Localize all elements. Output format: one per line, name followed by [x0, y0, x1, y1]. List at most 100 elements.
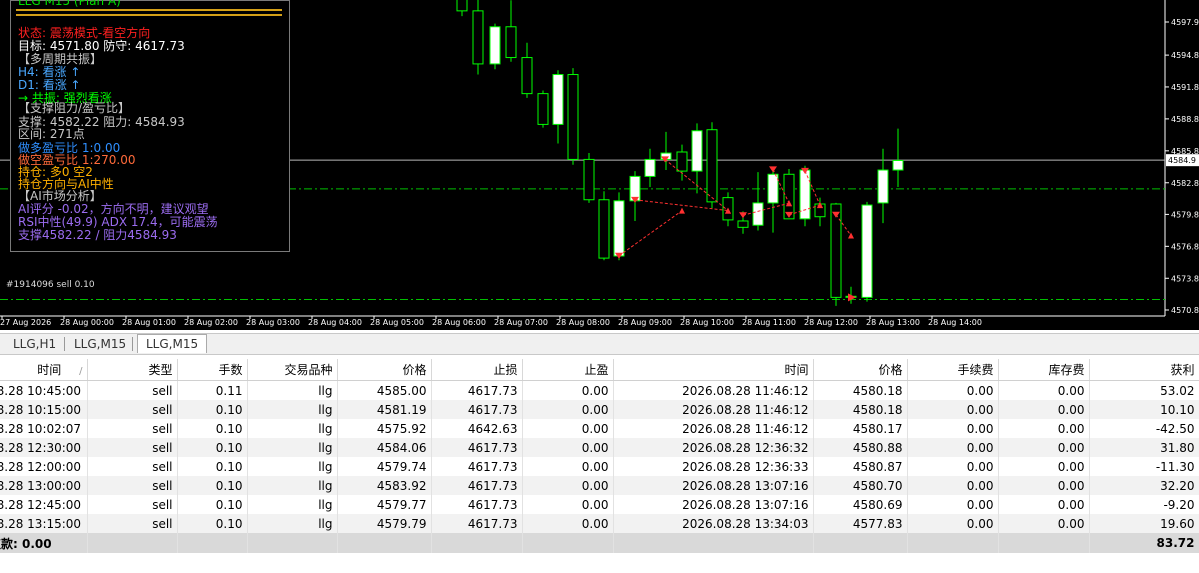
time-tick-label: 28 Aug 10:00	[680, 318, 734, 327]
time-tick-label: 27 Aug 2026	[0, 318, 51, 327]
cell-profit: -9.20	[1089, 495, 1199, 514]
cell-profit: -11.30	[1089, 457, 1199, 476]
time-tick-label: 28 Aug 12:00	[804, 318, 858, 327]
cell-close-price: 4580.18	[813, 400, 908, 419]
table-row[interactable]: 08.28 13:00:00sell0.10llg4583.924617.730…	[0, 476, 1199, 495]
cell-take-profit: 0.00	[522, 495, 614, 514]
cell-commission: 0.00	[907, 457, 999, 476]
price-tick-label: 4579.82	[1171, 210, 1199, 219]
candle-body	[567, 74, 579, 160]
sell-entry-marker	[769, 166, 777, 173]
cell-take-profit: 0.00	[522, 438, 614, 457]
table-row[interactable]: 08.28 12:00:00sell0.10llg4579.744617.730…	[0, 457, 1199, 476]
cell-commission: 0.00	[907, 419, 999, 438]
cell-close-time: 2026.08.28 13:34:03	[613, 514, 814, 533]
time-tick-label: 28 Aug 04:00	[308, 318, 362, 327]
candle-body	[537, 93, 549, 125]
total-empty	[998, 533, 1090, 553]
cell-type: sell	[87, 514, 178, 533]
cell-open-price: 4581.19	[337, 400, 432, 419]
table-row[interactable]: 08.28 10:45:00sell0.11llg4585.004617.730…	[0, 380, 1199, 400]
candle-body	[767, 173, 779, 204]
cell-stop-loss: 4617.73	[431, 400, 523, 419]
header-commission[interactable]: 手续费	[907, 359, 999, 381]
cell-type: sell	[87, 457, 178, 476]
table-row[interactable]: 08.28 13:15:00sell0.10llg4579.794617.730…	[0, 514, 1199, 533]
time-tick-label: 28 Aug 13:00	[866, 318, 920, 327]
cell-open-time: 08.28 12:45:00	[0, 495, 88, 514]
candle-body	[644, 158, 656, 177]
cell-take-profit: 0.00	[522, 400, 614, 419]
candle-body	[892, 159, 904, 171]
cell-swap: 0.00	[998, 419, 1090, 438]
cell-close-price: 4577.83	[813, 514, 908, 533]
cell-volume: 0.10	[177, 495, 248, 514]
table-row[interactable]: 08.28 10:02:07sell0.10llg4575.924642.630…	[0, 419, 1199, 438]
table-header: 时间 / 类型 手数 交易品种 价格 止损 止盈 时间 价格 手续费 库存费 获…	[0, 359, 1199, 381]
header-symbol[interactable]: 交易品种	[247, 359, 338, 381]
order-label[interactable]: #1914096 sell 0.10	[6, 280, 95, 290]
cell-swap: 0.00	[998, 495, 1090, 514]
cell-type: sell	[87, 419, 178, 438]
tab-llg-m15[interactable]: LLG,M15	[74, 337, 126, 351]
table-row[interactable]: 08.28 12:30:00sell0.10llg4584.064617.730…	[0, 438, 1199, 457]
sr-header: 【支撑阻力/盈亏比】	[18, 101, 131, 115]
cell-commission: 0.00	[907, 400, 999, 419]
header-type[interactable]: 类型	[87, 359, 178, 381]
cell-open-price: 4579.77	[337, 495, 432, 514]
cell-type: sell	[87, 476, 178, 495]
time-tick-label: 28 Aug 11:00	[742, 318, 796, 327]
candle-body	[799, 169, 811, 220]
cell-close-price: 4580.69	[813, 495, 908, 514]
cell-swap: 0.00	[998, 476, 1090, 495]
candle-body	[861, 204, 873, 298]
total-empty	[337, 533, 432, 553]
header-price[interactable]: 价格	[337, 359, 432, 381]
cell-take-profit: 0.00	[522, 476, 614, 495]
total-empty	[813, 533, 908, 553]
total-empty	[522, 533, 614, 553]
table-row[interactable]: 08.28 10:15:00sell0.10llg4581.194617.730…	[0, 400, 1199, 419]
cell-commission: 0.00	[907, 514, 999, 533]
price-chart[interactable]: 4597.954594.834591.834588.824585.814582.…	[0, 0, 1199, 330]
tab-llg-m15-active[interactable]: LLG,M15	[137, 334, 208, 353]
cell-close-time: 2026.08.28 11:46:12	[613, 380, 814, 400]
candle-body	[472, 10, 484, 65]
cell-open-price: 4585.00	[337, 380, 432, 400]
cell-stop-loss: 4617.73	[431, 514, 523, 533]
header-swap[interactable]: 库存费	[998, 359, 1090, 381]
cell-profit: 10.10	[1089, 400, 1199, 419]
tab-separator	[64, 337, 65, 351]
header-volume[interactable]: 手数	[177, 359, 248, 381]
cell-take-profit: 0.00	[522, 457, 614, 476]
candle-body	[456, 0, 468, 12]
cell-profit: 31.80	[1089, 438, 1199, 457]
header-tp[interactable]: 止盈	[522, 359, 614, 381]
cell-open-time: 08.28 10:15:00	[0, 400, 88, 419]
trade-history-table: 时间 / 类型 手数 交易品种 价格 止损 止盈 时间 价格 手续费 库存费 获…	[0, 359, 1199, 553]
total-empty	[613, 533, 814, 553]
total-empty	[247, 533, 338, 553]
price-tick-label: 4573.80	[1171, 274, 1199, 283]
cell-open-price: 4583.92	[337, 476, 432, 495]
current-price-label: 4584.9	[1168, 156, 1196, 165]
cell-open-price: 4575.92	[337, 419, 432, 438]
header-sl[interactable]: 止损	[431, 359, 523, 381]
price-tick-label: 4582.80	[1171, 179, 1199, 188]
table-row[interactable]: 08.28 12:45:00sell0.10llg4579.774617.730…	[0, 495, 1199, 514]
cell-close-time: 2026.08.28 12:36:32	[613, 438, 814, 457]
candle-body	[737, 220, 749, 228]
cell-type: sell	[87, 380, 178, 400]
cell-swap: 0.00	[998, 514, 1090, 533]
header-close-time[interactable]: 时间	[613, 359, 814, 381]
cell-type: sell	[87, 495, 178, 514]
tab-llg-h1[interactable]: LLG,H1	[13, 337, 56, 351]
cell-close-time: 2026.08.28 11:46:12	[613, 419, 814, 438]
header-time[interactable]: 时间 /	[0, 359, 88, 381]
cell-open-time: 08.28 13:00:00	[0, 476, 88, 495]
candle-body	[877, 169, 889, 204]
cell-symbol: llg	[247, 400, 338, 419]
candle-body	[552, 74, 564, 125]
header-close-price[interactable]: 价格	[813, 359, 908, 381]
header-profit[interactable]: 获利	[1089, 359, 1199, 381]
